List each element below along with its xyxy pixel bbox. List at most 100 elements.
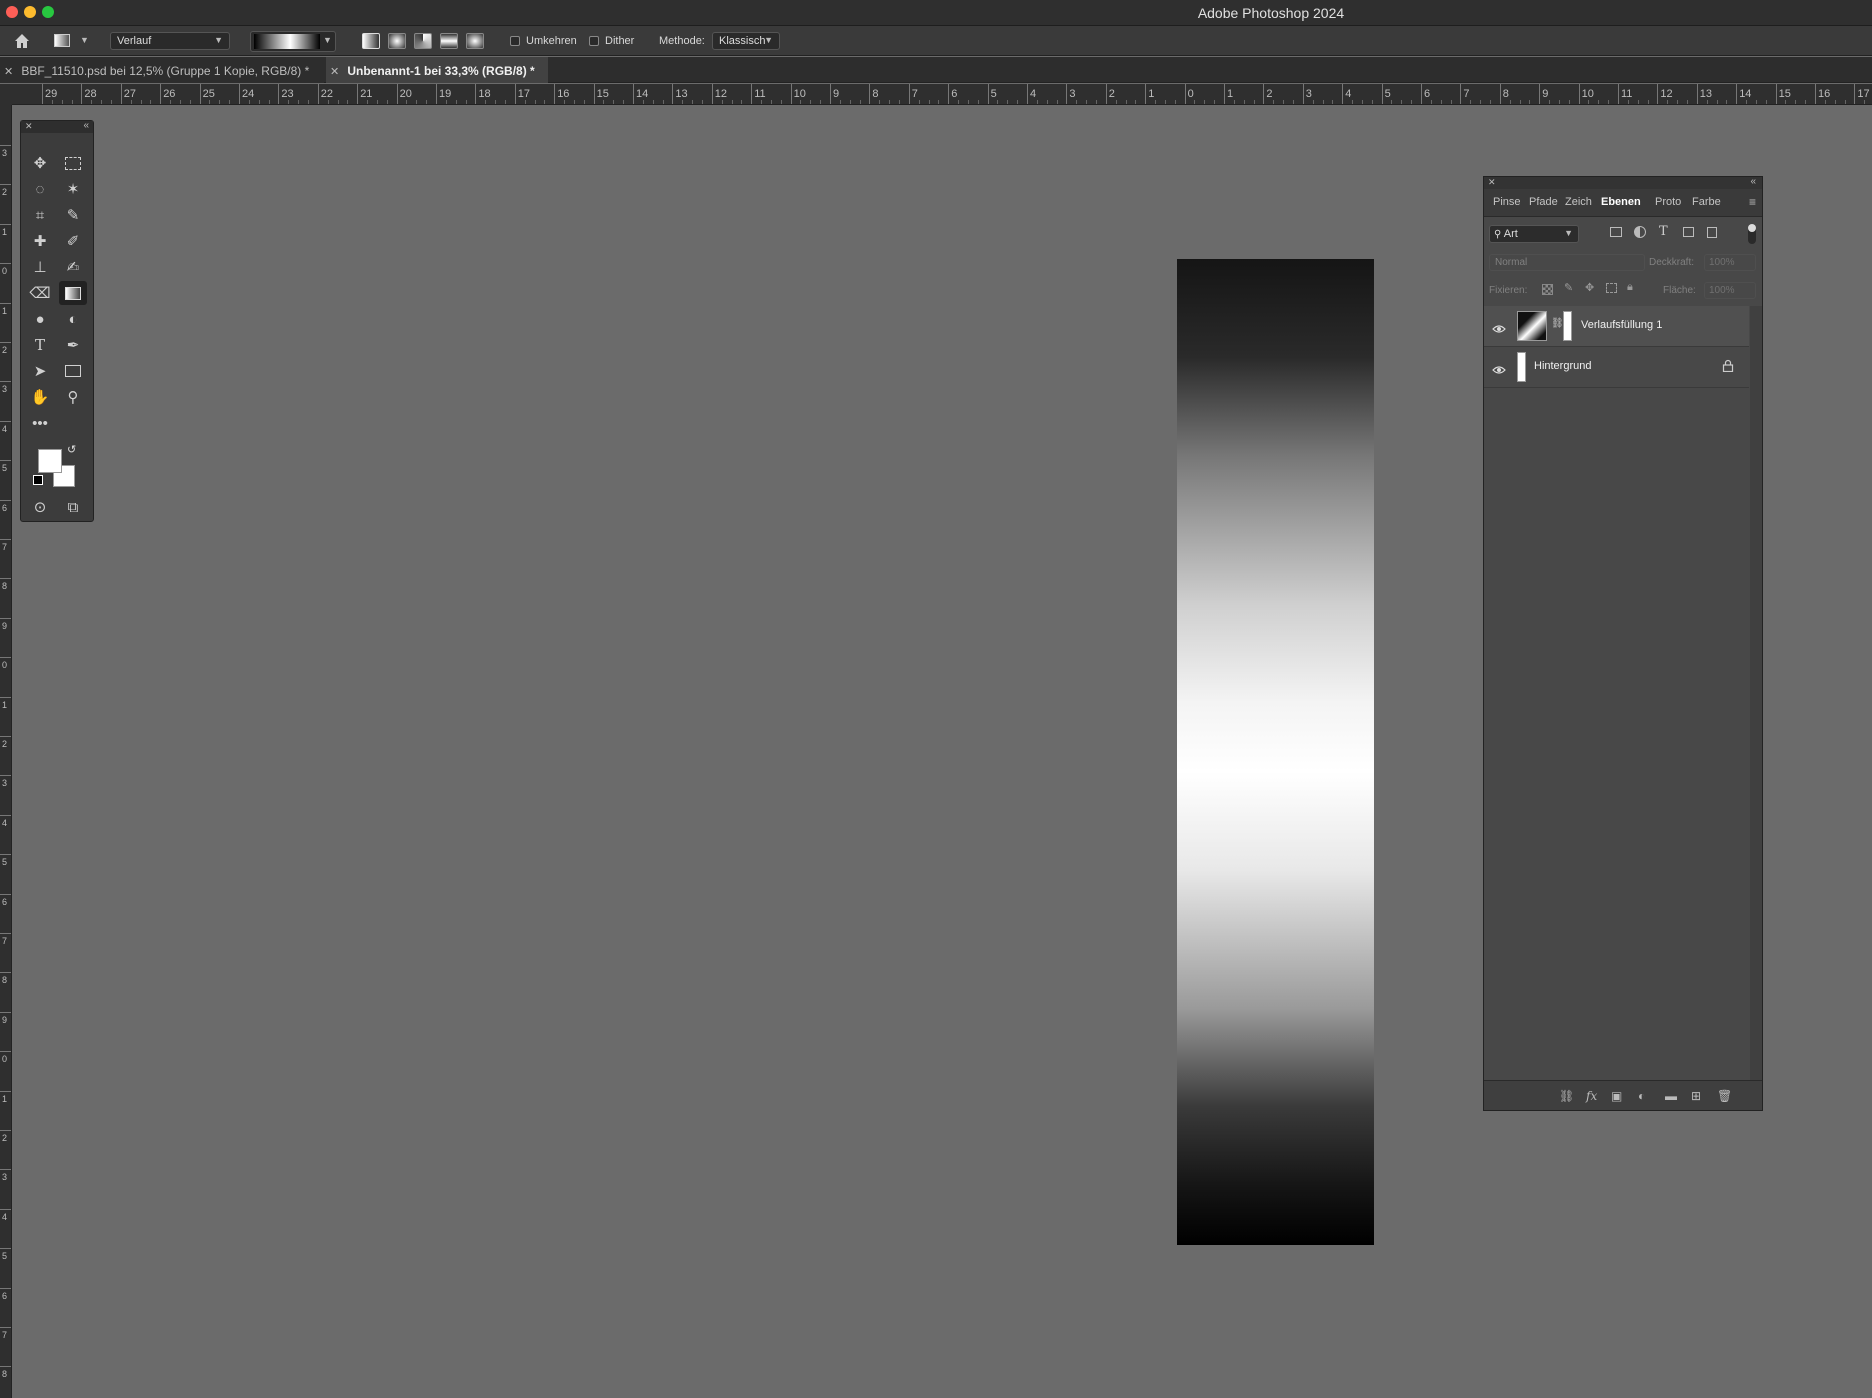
add-mask-icon[interactable]: ▣ bbox=[1611, 1089, 1622, 1103]
ruler-label: 2 bbox=[2, 345, 8, 355]
close-icon[interactable]: ✕ bbox=[1488, 177, 1496, 188]
healing-brush-tool-icon[interactable]: ✚ bbox=[26, 229, 54, 253]
lock-position-icon[interactable]: ✥ bbox=[1585, 281, 1594, 294]
hand-tool-icon[interactable]: ✋ bbox=[26, 385, 54, 409]
collapse-icon[interactable]: « bbox=[1750, 176, 1756, 187]
visibility-eye-icon[interactable] bbox=[1492, 321, 1506, 333]
rectangle-tool-icon[interactable] bbox=[59, 359, 87, 383]
gradient-picker[interactable]: ▼ bbox=[250, 31, 336, 52]
ruler-minor-tick bbox=[839, 100, 841, 104]
tab-paths[interactable]: Pfade bbox=[1529, 196, 1558, 208]
more-tools-icon[interactable]: ••• bbox=[26, 411, 54, 435]
zoom-tool-icon[interactable]: ⚲ bbox=[59, 385, 87, 409]
magic-wand-tool-icon[interactable]: ✶ bbox=[59, 177, 87, 201]
screen-mode-icon[interactable]: ⧉ bbox=[59, 495, 87, 519]
horizontal-ruler[interactable]: 29 28 27 26 25 24 23 22 21 20 19 18 17 16 15 14 13 12 11 10… bbox=[12, 84, 1872, 105]
filter-pixel-icon[interactable] bbox=[1610, 227, 1622, 237]
visibility-eye-icon[interactable] bbox=[1492, 362, 1506, 374]
blend-mode-select[interactable]: Normal bbox=[1489, 254, 1645, 271]
swap-colors-icon[interactable]: ↺ bbox=[67, 443, 76, 456]
chevron-down-icon: ▼ bbox=[214, 35, 223, 45]
fill-field[interactable]: 100% bbox=[1704, 282, 1756, 299]
path-selection-tool-icon[interactable]: ➤ bbox=[26, 359, 54, 383]
doc-tab-bbf[interactable]: ✕ BBF_11510.psd bei 12,5% (Gruppe 1 Kopi… bbox=[0, 57, 324, 83]
delete-layer-icon[interactable]: 🗑︎ bbox=[1717, 1089, 1732, 1103]
dodge-tool-icon[interactable]: ◐ bbox=[59, 307, 87, 331]
tab-layers[interactable]: Ebenen bbox=[1601, 196, 1641, 208]
panel-menu-icon[interactable]: ≡ bbox=[1749, 195, 1756, 209]
tool-preset-picker[interactable]: ▼ bbox=[52, 32, 92, 50]
stamp-tool-icon[interactable]: ⊥ bbox=[26, 255, 54, 279]
search-icon: ⚲ bbox=[1494, 229, 1502, 240]
tab-color[interactable]: Farbe bbox=[1692, 196, 1721, 208]
ruler-label: 6 bbox=[2, 502, 8, 513]
reverse-checkbox[interactable] bbox=[510, 36, 520, 46]
quick-mask-icon[interactable]: ⊙ bbox=[26, 495, 54, 519]
marquee-tool-icon[interactable] bbox=[59, 151, 87, 175]
default-colors-icon[interactable] bbox=[33, 475, 43, 485]
layer-filter-select[interactable]: ⚲ Art ▼ bbox=[1489, 225, 1579, 243]
ruler-minor-tick bbox=[1036, 100, 1038, 104]
vertical-ruler[interactable]: 3 2 1 0 1 2 3 4 5 6 7 8 9 0 1 2 3 4 5 6 7 8 9 0 1 2 3 4 5 6 7 8 bbox=[0, 105, 12, 1398]
filter-shape-icon[interactable] bbox=[1683, 227, 1694, 237]
type-tool-icon[interactable]: T bbox=[26, 333, 54, 357]
ruler-tick bbox=[199, 84, 201, 104]
close-tab-icon[interactable]: ✕ bbox=[330, 65, 342, 78]
angle-gradient-button[interactable] bbox=[414, 33, 432, 49]
tab-history[interactable]: Proto bbox=[1655, 196, 1681, 208]
ruler-minor-tick bbox=[1568, 100, 1570, 104]
new-layer-icon[interactable]: ⊞ bbox=[1691, 1089, 1701, 1103]
adjustment-layer-icon[interactable]: ◐ bbox=[1638, 1089, 1645, 1103]
opacity-field[interactable]: 100% bbox=[1704, 254, 1756, 271]
filter-smart-object-icon[interactable] bbox=[1707, 227, 1717, 238]
link-layers-icon[interactable]: ⛓ bbox=[1559, 1089, 1574, 1103]
tab-brushes[interactable]: Pinse bbox=[1493, 196, 1521, 208]
layers-panel-header[interactable]: ✕ « bbox=[1484, 176, 1762, 189]
ruler-tick bbox=[436, 84, 437, 104]
new-group-icon[interactable]: ▬ bbox=[1665, 1089, 1677, 1103]
filter-toggle-switch[interactable] bbox=[1748, 224, 1756, 244]
pen-tool-icon[interactable]: ✒ bbox=[59, 333, 87, 357]
tools-panel-header[interactable]: ✕ « bbox=[21, 120, 93, 133]
radial-gradient-button[interactable] bbox=[388, 33, 406, 49]
diamond-gradient-button[interactable] bbox=[466, 33, 484, 49]
linear-gradient-button[interactable] bbox=[362, 33, 380, 49]
foreground-color-swatch[interactable] bbox=[38, 449, 62, 473]
filter-type-icon[interactable]: T bbox=[1659, 224, 1668, 239]
home-icon[interactable] bbox=[12, 31, 32, 51]
document-canvas[interactable] bbox=[1177, 259, 1374, 1245]
reflected-gradient-button[interactable] bbox=[440, 33, 458, 49]
history-brush-tool-icon[interactable]: ✍ bbox=[59, 255, 87, 279]
ruler-minor-tick bbox=[1046, 100, 1048, 104]
eraser-tool-icon[interactable]: ⌫ bbox=[26, 281, 54, 305]
dither-checkbox[interactable] bbox=[589, 36, 599, 46]
chain-link-icon[interactable]: ⛓ bbox=[1551, 318, 1564, 329]
lasso-tool-icon[interactable]: ◌ bbox=[26, 177, 54, 201]
doc-tab-unbenannt[interactable]: ✕ Unbenannt-1 bei 33,3% (RGB/8) * bbox=[326, 57, 548, 83]
ruler-minor-tick bbox=[1627, 100, 1629, 104]
lock-all-icon[interactable]: 🔒︎ bbox=[1627, 281, 1633, 294]
move-tool-icon[interactable]: ✥ bbox=[26, 151, 54, 175]
ruler-minor-tick bbox=[918, 100, 920, 104]
lock-pixels-icon[interactable]: ✎ bbox=[1564, 281, 1573, 294]
layer-row-gradient-fill[interactable]: ⛓ Verlaufsfüllung 1 bbox=[1484, 306, 1749, 347]
filter-adjustment-icon[interactable] bbox=[1634, 226, 1646, 238]
layers-scrollbar[interactable] bbox=[1750, 306, 1762, 1081]
collapse-icon[interactable]: « bbox=[83, 120, 89, 131]
method-select[interactable]: Klassisch ▼ bbox=[712, 32, 780, 50]
gradient-preset-select[interactable]: Verlauf ▼ bbox=[110, 32, 230, 50]
blur-tool-icon[interactable]: ● bbox=[26, 307, 54, 331]
layer-row-background[interactable]: Hintergrund bbox=[1484, 347, 1749, 388]
ruler-tick bbox=[1539, 84, 1541, 104]
lock-artboard-icon[interactable] bbox=[1606, 283, 1617, 293]
lock-transparency-icon[interactable] bbox=[1542, 284, 1553, 295]
crop-tool-icon[interactable]: ⌗ bbox=[26, 203, 54, 227]
tab-characters[interactable]: Zeich bbox=[1565, 196, 1592, 208]
ruler-label: 1 bbox=[2, 305, 8, 316]
eyedropper-tool-icon[interactable]: ✎ bbox=[59, 203, 87, 227]
gradient-tool-icon[interactable] bbox=[59, 281, 87, 305]
layer-style-icon[interactable]: fx bbox=[1586, 1089, 1597, 1103]
close-tab-icon[interactable]: ✕ bbox=[4, 65, 16, 78]
brush-tool-icon[interactable]: ✐ bbox=[59, 229, 87, 253]
close-icon[interactable]: ✕ bbox=[25, 121, 33, 132]
